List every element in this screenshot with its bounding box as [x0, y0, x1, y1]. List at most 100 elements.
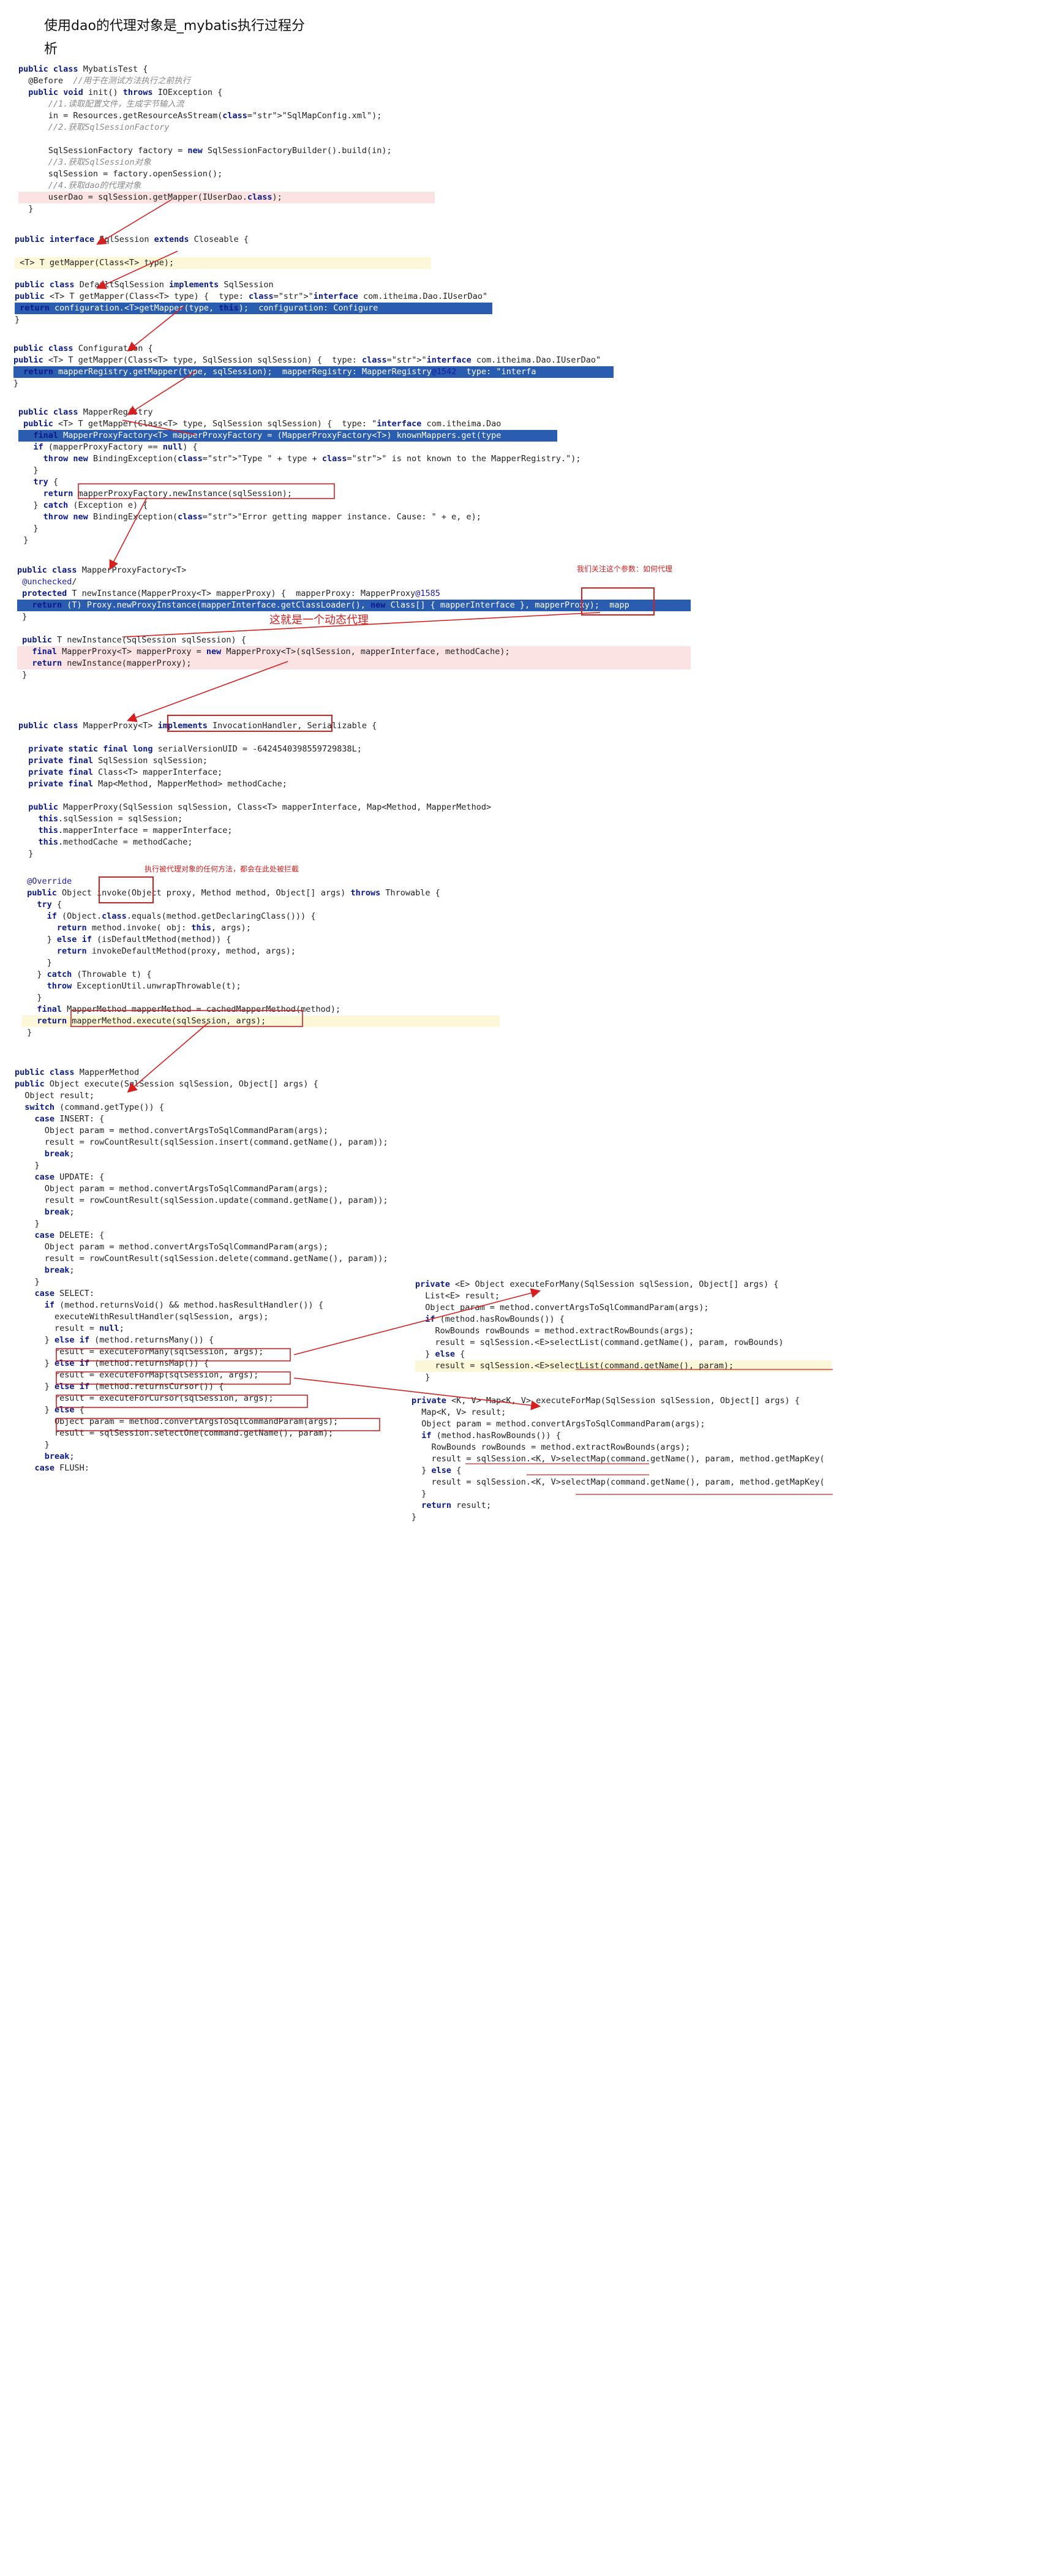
code-line: private <E> Object executeForMany(SqlSes…	[415, 1279, 779, 1289]
code-line: }	[15, 315, 20, 325]
code-line: }	[18, 524, 39, 533]
code-line: return (T) Proxy.newProxyInstance(mapper…	[17, 600, 691, 611]
code-line: return mapperRegistry.getMapper(type, sq…	[13, 366, 614, 378]
code-line: RowBounds rowBounds = method.extractRowB…	[411, 1442, 691, 1452]
code-line: @Before //用于在测试方法执行之前执行	[18, 76, 191, 86]
code-line: break;	[44, 1452, 75, 1461]
page-title: 使用dao的代理对象是_mybatis执行过程分析	[44, 18, 306, 57]
code-line: } else if (method.returnsCursor()) {	[15, 1382, 224, 1392]
code-line: case SELECT:	[34, 1289, 95, 1298]
code-line: }	[18, 535, 29, 545]
code-line: }	[411, 1489, 427, 1499]
code-line: final MapperMethod mapperMethod = cached…	[37, 1004, 341, 1014]
code-line: try {	[33, 477, 59, 487]
code-line: }	[15, 1277, 40, 1287]
code-line: //4.获取dao的代理对象	[48, 181, 141, 190]
code-line: Object param = method.convertArgsToSqlCo…	[15, 1126, 329, 1135]
code-line: throw ExceptionUtil.unwrapThrowable(t);	[47, 981, 241, 991]
invoke-intercept-note: 执行被代理对象的任何方法，都会在此处被拦截	[145, 865, 299, 873]
code-line: } else {	[415, 1349, 465, 1359]
code-line: result = null;	[15, 1324, 124, 1333]
code-line: Object param = method.convertArgsToSqlCo…	[411, 1419, 705, 1429]
code-line: List<E> result;	[415, 1291, 500, 1301]
code-line: return result;	[421, 1501, 492, 1510]
code-line: try {	[37, 900, 62, 910]
code-line: }	[15, 1161, 40, 1170]
code-line: private <K, V> Map<K, V> executeForMap(S…	[411, 1396, 800, 1406]
code-line: Object param = method.convertArgsToSqlCo…	[415, 1303, 709, 1312]
code-line: public class MapperRegistry	[18, 407, 153, 417]
code-line: }	[22, 993, 42, 1003]
code-line: @unchecked/	[22, 577, 77, 587]
code-line: RowBounds rowBounds = method.extractRowB…	[415, 1326, 694, 1336]
mapper-registry-block: public class MapperRegistry public <T> T…	[18, 407, 581, 546]
code-line: result = sqlSession.selectOne(command.ge…	[15, 1428, 334, 1438]
code-line: @Override	[27, 876, 72, 886]
code-line: Map<K, V> result;	[411, 1407, 506, 1417]
code-line: } else if (method.returnsMany()) {	[15, 1335, 214, 1345]
code-line: case FLUSH:	[34, 1463, 89, 1473]
code-line: }	[415, 1373, 430, 1382]
code-line: //3.获取SqlSession对象	[48, 157, 151, 167]
code-line: }	[18, 204, 34, 214]
code-line: } catch (Throwable t) {	[22, 970, 152, 979]
code-line: <T> T getMapper(Class<T> type);	[15, 257, 431, 269]
code-line: case UPDATE: {	[34, 1172, 105, 1182]
code-line: throw new BindingException(class="str">"…	[43, 454, 581, 464]
code-line: break;	[44, 1207, 75, 1217]
code-line: return method.invoke( obj: this, args);	[56, 923, 251, 933]
code-line: Object param = method.convertArgsToSqlCo…	[15, 1184, 329, 1194]
code-line: }	[22, 958, 52, 968]
proxy-param-note: 我们关注这个参数：如何代理	[577, 565, 673, 573]
code-line: if (method.hasRowBounds()) {	[421, 1431, 561, 1441]
code-line: }	[15, 1219, 40, 1229]
code-line: switch (command.getType()) {	[24, 1102, 164, 1112]
sqlsession-interface-block: public interface SqlSession extends Clos…	[15, 234, 431, 269]
code-line: private static final long serialVersionU…	[28, 744, 362, 754]
code-line: public MapperProxy(SqlSession sqlSession…	[28, 802, 492, 812]
execute-for-map-block: private <K, V> Map<K, V> executeForMap(S…	[411, 1395, 865, 1523]
code-line: result = rowCountResult(sqlSession.delet…	[15, 1254, 388, 1264]
code-line: }	[13, 378, 19, 388]
code-line: in = Resources.getResourceAsStream(class…	[18, 111, 382, 121]
code-line: } else {	[411, 1466, 462, 1475]
code-line: public T newInstance(SqlSession sqlSessi…	[22, 635, 246, 645]
configuration-block: public class Configuration { public <T> T…	[13, 343, 614, 390]
code-line: public class MybatisTest {	[18, 64, 148, 74]
code-line: public Object invoke(Object proxy, Metho…	[27, 888, 440, 898]
code-line: } else {	[15, 1405, 85, 1415]
code-line: }	[18, 849, 34, 859]
code-line: //2.获取SqlSessionFactory	[48, 122, 170, 132]
code-line: //1.读取配置文件，生成字节输入流	[48, 99, 184, 109]
code-line: result = sqlSession.<K, V>selectMap(comm…	[411, 1454, 825, 1464]
code-line: public class MapperMethod	[15, 1068, 140, 1077]
code-line: this.methodCache = methodCache;	[38, 837, 193, 847]
code-line: break;	[44, 1265, 75, 1275]
code-line: }	[18, 465, 39, 475]
code-line: private final SqlSession sqlSession;	[28, 756, 208, 766]
code-line: if (method.hasRowBounds()) {	[425, 1314, 565, 1324]
code-line: }	[15, 1440, 50, 1450]
code-line: public class Configuration {	[13, 344, 153, 353]
code-line: SqlSessionFactory factory = new SqlSessi…	[18, 146, 392, 156]
code-line: userDao = sqlSession.getMapper(IUserDao.…	[18, 192, 435, 203]
code-line: final MapperProxyFactory<T> mapperProxyF…	[18, 430, 557, 442]
code-line: case DELETE: {	[34, 1230, 105, 1240]
code-line: public Object execute(SqlSession sqlSess…	[15, 1079, 318, 1089]
code-line: sqlSession = factory.openSession();	[18, 169, 223, 179]
code-line: final MapperProxy<T> mapperProxy = new M…	[17, 646, 691, 658]
code-line: public class MapperProxy<T> implements I…	[18, 721, 377, 731]
code-line: private final Map<Method, MapperMethod> …	[28, 779, 287, 789]
code-line: public void init() throws IOException {	[28, 88, 223, 97]
code-line: public <T> T getMapper(Class<T> type, Sq…	[13, 355, 601, 365]
mapper-proxy-block: public class MapperProxy<T> implements I…	[18, 720, 569, 860]
code-line: result = rowCountResult(sqlSession.updat…	[15, 1196, 388, 1205]
mapper-method-block: public class MapperMethod public Object e…	[15, 1067, 443, 1474]
code-line: result = sqlSession.<K, V>selectMap(comm…	[411, 1477, 825, 1487]
code-line: public class DefaultSqlSession implement…	[15, 280, 274, 290]
code-line: executeWithResultHandler(sqlSession, arg…	[15, 1312, 269, 1322]
code-line: this.sqlSession = sqlSession;	[38, 814, 183, 824]
code-line: public interface SqlSession extends Clos…	[15, 235, 249, 244]
code-line: Object param = method.convertArgsToSqlCo…	[15, 1417, 339, 1426]
